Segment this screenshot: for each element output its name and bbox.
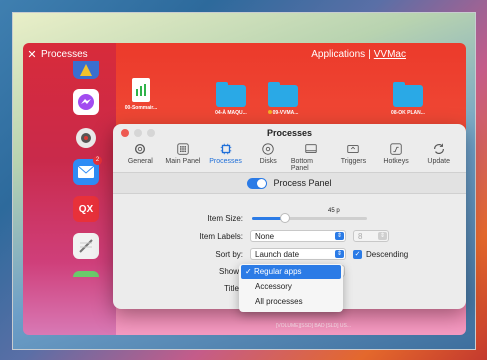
mail-icon[interactable]: 2 (73, 156, 102, 185)
select-value: Launch date (255, 249, 300, 259)
monitor-icon (305, 144, 317, 153)
title-label: Title (224, 284, 239, 293)
mail-badge: 2 (93, 156, 102, 165)
sort-by-label: Sort by: (215, 250, 243, 259)
tab-triggers[interactable]: Triggers (333, 142, 373, 172)
trigger-icon (347, 145, 360, 153)
file-item[interactable]: 04-À MAQU... (201, 82, 261, 116)
tab-label: Hotkeys (383, 158, 409, 165)
process-panel-toggle[interactable] (247, 177, 268, 189)
notes-pen-icon[interactable] (73, 233, 99, 259)
menu-item-accessory[interactable]: Accessory (241, 280, 341, 294)
menu-item-regular-apps[interactable]: ✓ Regular apps (241, 265, 341, 279)
tab-separator: | (368, 48, 371, 60)
descending-checkbox[interactable]: ✓ (353, 250, 362, 259)
item-labels-number-select: 8 ⇕ (353, 230, 389, 242)
quarkxpress-label: QX (78, 203, 94, 215)
disk-icon (262, 143, 274, 155)
item-labels-select[interactable]: None ⇕ (250, 230, 346, 242)
item-size-value: 45 p (328, 208, 340, 214)
close-icon[interactable]: ✕ (23, 48, 41, 61)
tab-label: Processes (209, 158, 242, 165)
menu-item-all-processes[interactable]: All processes (241, 295, 341, 309)
file-label: 08-OK PLAN... (391, 110, 425, 116)
dialog-titlebar: Processes (113, 124, 466, 142)
menu-item-label: Accessory (255, 282, 292, 291)
show-dropdown-menu: ✓ Regular apps Accessory All processes (239, 264, 343, 312)
select-value: 8 (358, 231, 363, 241)
tab-label: Update (427, 158, 450, 165)
gear-icon (135, 143, 146, 155)
alt-key-icon (390, 143, 402, 155)
brush-app-icon[interactable] (73, 61, 99, 79)
file-item[interactable]: 09-VVMA... (253, 82, 313, 116)
tab-applications[interactable]: Applications (311, 49, 365, 60)
descending-label: Descending (366, 250, 409, 259)
tab-disks[interactable]: Disks (248, 142, 288, 172)
tab-label: General (127, 158, 153, 165)
processes-title: Processes (41, 48, 88, 60)
dialog-title: Processes (266, 128, 313, 138)
file-item[interactable]: 08-OK PLAN... (378, 82, 438, 116)
item-size-label: Item Size: (207, 214, 243, 223)
file-label: 04-À MAQU... (215, 110, 247, 116)
tab-update[interactable]: Update (419, 142, 459, 172)
show-label: Show (218, 267, 239, 276)
quarkxpress-icon[interactable]: QX (73, 196, 99, 222)
settings-toolbar: General Main Panel Processes Disks Botto… (113, 142, 466, 173)
folder-icon (216, 82, 246, 107)
tab-processes[interactable]: Processes (206, 142, 246, 172)
orange-tag-dot (267, 110, 272, 114)
partial-app-icon[interactable] (73, 271, 99, 277)
tab-label: Triggers (340, 158, 367, 165)
select-value: None (255, 231, 275, 241)
processes-header: ✕ Processes (23, 43, 116, 65)
file-item[interactable]: 00-Sommair... (111, 78, 171, 111)
checkmark-icon: ✓ (245, 267, 252, 276)
tab-main-panel[interactable]: Main Panel (163, 142, 203, 172)
cpu-icon (220, 143, 231, 155)
folder-icon (393, 82, 423, 107)
chevron-updown-icon: ⇕ (335, 232, 344, 240)
file-label: 00-Sommair... (124, 105, 158, 111)
file-label: 09-VVMA... (272, 110, 299, 116)
tab-bottom-panel[interactable]: Bottom Panel (291, 142, 331, 172)
tab-label: Bottom Panel (290, 158, 313, 172)
chevron-updown-icon: ⇕ (378, 232, 387, 240)
process-panel-bar: Process Panel (113, 173, 466, 194)
numbers-doc-icon (132, 78, 150, 102)
sort-by-select[interactable]: Launch date ⇕ (250, 248, 346, 260)
refresh-icon (433, 143, 444, 154)
chevron-updown-icon: ⇕ (335, 250, 344, 258)
bottom-path-text: [VOLUME][SSD] BAD [SLD] US... (276, 323, 352, 329)
apps-tabs: Applications | VVMac (116, 43, 466, 65)
tab-label: Disks (259, 158, 277, 165)
grid-icon (177, 143, 189, 155)
tab-vvmac[interactable]: VVMac (374, 49, 406, 60)
item-labels-label: Item Labels: (199, 232, 243, 241)
menu-item-label: All processes (255, 297, 303, 306)
folder-icon (268, 82, 298, 107)
tab-general[interactable]: General (120, 142, 160, 172)
tab-label: Main Panel (165, 158, 201, 165)
flower-app-icon[interactable] (73, 125, 99, 151)
process-panel-label: Process Panel (273, 178, 332, 188)
menu-item-label: Regular apps (253, 267, 302, 276)
processes-panel: ✕ Processes 2 QX (23, 43, 116, 335)
item-size-slider[interactable] (252, 213, 367, 223)
messenger-icon[interactable] (73, 89, 99, 115)
tab-hotkeys[interactable]: Hotkeys (376, 142, 416, 172)
slider-knob[interactable] (280, 213, 290, 223)
